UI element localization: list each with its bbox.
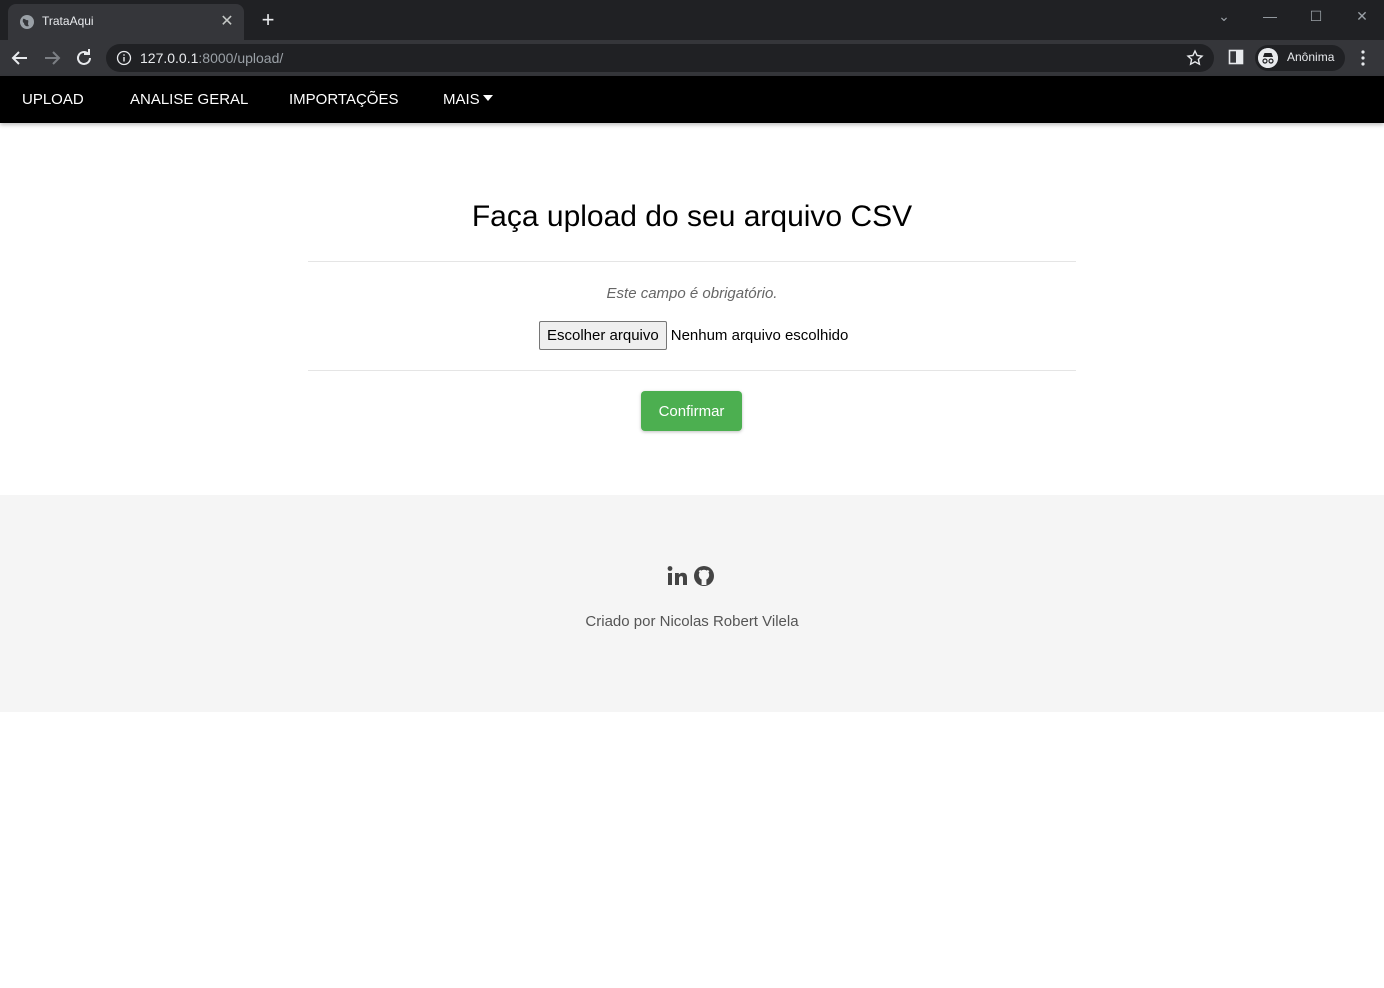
- incognito-profile-button[interactable]: Anônima: [1255, 45, 1345, 71]
- nav-upload[interactable]: UPLOAD: [22, 91, 84, 108]
- close-tab-icon[interactable]: ✕: [218, 13, 236, 31]
- nav-analise-geral[interactable]: ANALISE GERAL: [130, 91, 248, 108]
- site-info-icon[interactable]: [116, 50, 132, 66]
- footer: Criado por Nicolas Robert Vilela: [0, 495, 1384, 712]
- browser-menu-icon[interactable]: [1355, 48, 1371, 68]
- browser-tabstrip: TrataAqui ✕ + ⌄ — ☐ ✕: [0, 0, 1384, 40]
- file-input[interactable]: Escolher arquivo Nenhum arquivo escolhido: [539, 321, 848, 350]
- forward-icon[interactable]: [40, 46, 64, 70]
- no-file-text: Nenhum arquivo escolhido: [670, 327, 849, 344]
- close-window-icon[interactable]: ✕: [1342, 6, 1382, 26]
- confirm-button[interactable]: Confirmar: [641, 391, 742, 431]
- minimize-icon[interactable]: —: [1250, 6, 1290, 26]
- tab-search-icon[interactable]: ⌄: [1204, 6, 1244, 26]
- footer-credit: Criado por Nicolas Robert Vilela: [585, 613, 799, 630]
- page-title: Faça upload do seu arquivo CSV: [471, 200, 913, 233]
- address-bar[interactable]: 127.0.0.1:8000/upload/: [106, 44, 1214, 72]
- side-panel-icon[interactable]: [1228, 49, 1244, 65]
- profile-label: Anônima: [1287, 50, 1335, 64]
- nav-mais-dropdown[interactable]: MAIS: [443, 91, 493, 108]
- maximize-icon[interactable]: ☐: [1296, 6, 1336, 26]
- divider: [308, 370, 1076, 371]
- back-icon[interactable]: [8, 46, 32, 70]
- site-navbar: UPLOAD ANALISE GERAL IMPORTAÇÕES MAIS: [0, 76, 1384, 123]
- new-tab-icon[interactable]: +: [257, 9, 279, 31]
- nav-importacoes[interactable]: IMPORTAÇÕES: [289, 91, 398, 108]
- reload-icon[interactable]: [72, 46, 96, 70]
- required-hint: Este campo é obrigatório.: [606, 285, 778, 302]
- browser-tab[interactable]: TrataAqui ✕: [8, 4, 244, 40]
- tab-title: TrataAqui: [42, 14, 94, 28]
- bookmark-star-icon[interactable]: [1186, 49, 1204, 67]
- nav-mais-label: MAIS: [443, 91, 480, 108]
- github-icon[interactable]: [693, 565, 715, 587]
- incognito-icon: [1258, 48, 1278, 68]
- divider: [308, 261, 1076, 262]
- caret-down-icon: [482, 95, 493, 102]
- choose-file-button[interactable]: Escolher arquivo: [539, 321, 667, 350]
- browser-toolbar: 127.0.0.1:8000/upload/ Anônima: [0, 40, 1384, 76]
- upload-section: Faça upload do seu arquivo CSV Este camp…: [0, 123, 1384, 495]
- linkedin-icon[interactable]: [667, 565, 689, 587]
- url-text: 127.0.0.1:8000/upload/: [140, 50, 284, 66]
- globe-icon: [20, 15, 34, 29]
